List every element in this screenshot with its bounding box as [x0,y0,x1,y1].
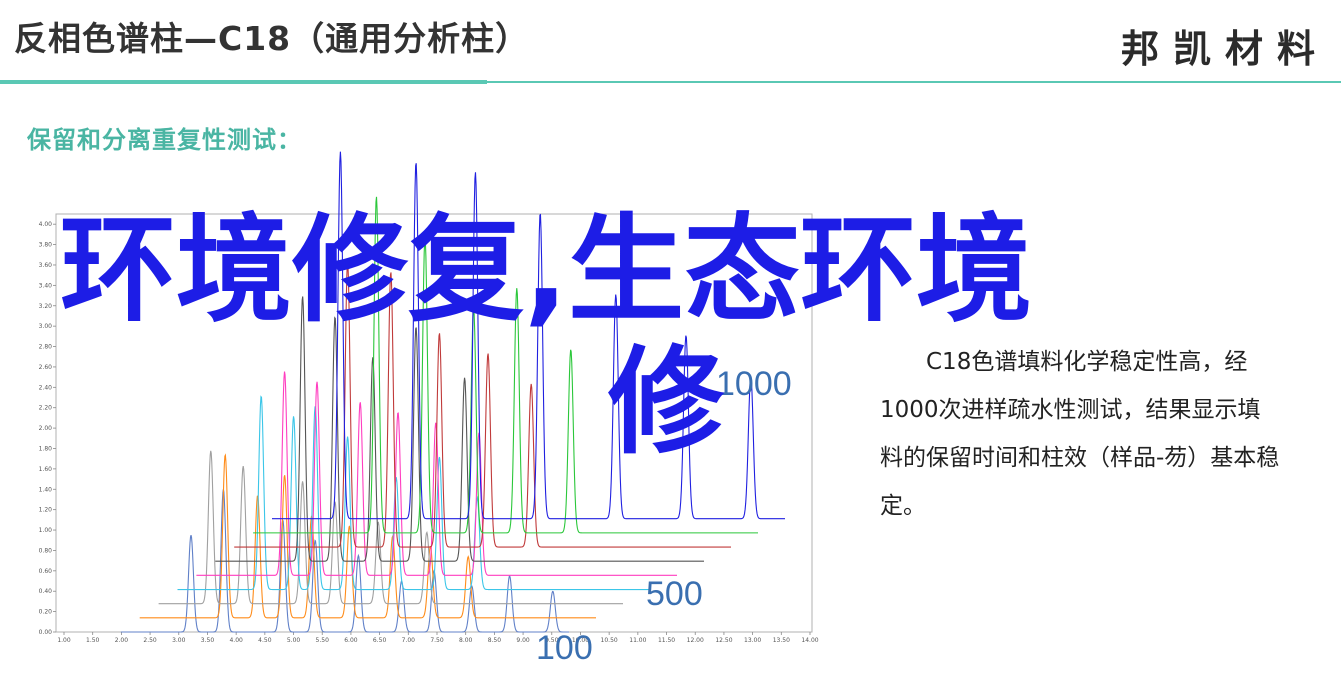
x-tick-label: 12.50 [715,637,732,644]
x-tick-label: 4.50 [258,637,272,644]
header-divider-accent [0,80,487,84]
y-tick-label: 3.20 [39,303,53,310]
x-tick-label: 9.00 [516,637,530,644]
x-tick-label: 11.50 [658,637,675,644]
x-tick-label: 7.50 [430,637,444,644]
x-tick-label: 1.50 [86,637,100,644]
overlay-watermark: 环境修复,生态环境 修 [60,205,1210,469]
y-tick-label: 3.60 [39,262,53,269]
y-tick-label: 3.40 [39,282,53,289]
y-tick-label: 0.80 [39,547,53,554]
x-tick-label: 4.00 [229,637,243,644]
y-tick-label: 1.40 [39,486,53,493]
x-tick-label: 8.50 [488,637,502,644]
x-tick-label: 8.00 [459,637,473,644]
y-tick-label: 2.00 [39,425,53,432]
brand-logo: 邦凯材料 [1120,27,1329,71]
x-tick-label: 11.00 [629,637,646,644]
x-tick-label: 13.00 [744,637,761,644]
x-tick-label: 12.00 [687,637,704,644]
y-tick-label: 3.80 [39,242,53,249]
overlay-line-1: 环境修复,生态环境 [60,203,1033,338]
x-tick-label: 5.00 [287,637,301,644]
x-tick-label: 10.50 [601,637,618,644]
y-tick-label: 1.60 [39,466,53,473]
overlay-line-2: 修 [608,335,724,470]
y-tick-label: 2.20 [39,405,53,412]
x-tick-label: 6.50 [373,637,387,644]
x-tick-label: 2.00 [115,637,129,644]
y-tick-label: 1.00 [39,527,53,534]
y-tick-label: 1.20 [39,507,53,514]
injection-count-label: 100 [536,629,593,667]
y-tick-label: 0.60 [39,568,53,575]
x-tick-label: 3.00 [172,637,186,644]
x-tick-label: 1.00 [57,637,71,644]
x-tick-label: 7.00 [402,637,416,644]
y-tick-label: 0.40 [39,588,53,595]
y-tick-label: 2.60 [39,364,53,371]
y-tick-label: 2.80 [39,344,53,351]
y-tick-label: 1.80 [39,445,53,452]
x-tick-label: 14.00 [801,637,818,644]
y-tick-label: 0.00 [39,629,53,636]
y-tick-label: 2.40 [39,384,53,391]
injection-count-label: 500 [646,575,703,613]
x-tick-label: 2.50 [143,637,157,644]
y-tick-label: 3.00 [39,323,53,330]
x-tick-label: 3.50 [201,637,215,644]
x-tick-label: 13.50 [773,637,790,644]
y-tick-label: 0.20 [39,609,53,616]
x-tick-label: 6.00 [344,637,358,644]
section-title: 保留和分离重复性测试： [27,126,302,154]
y-tick-label: 4.00 [39,221,53,228]
x-tick-label: 5.50 [316,637,330,644]
page-title: 反相色谱柱—C18（通用分析柱） [14,19,530,58]
